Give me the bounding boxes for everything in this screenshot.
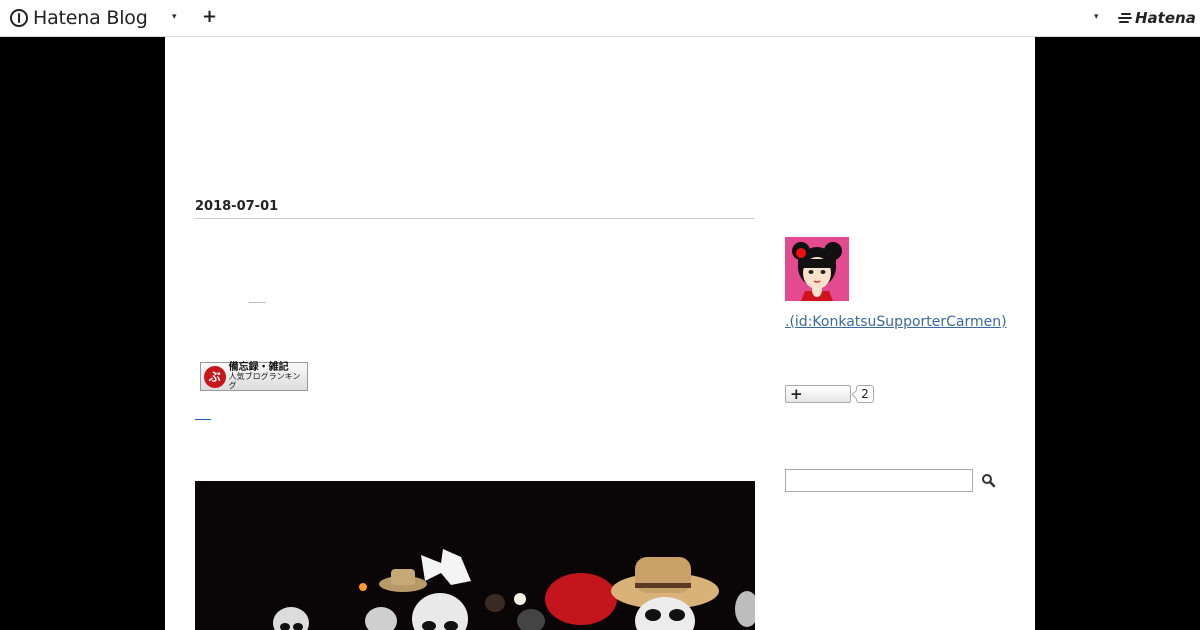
ranking-name-text: 人気ブログランキング	[228, 372, 301, 390]
search-icon[interactable]	[981, 473, 997, 489]
hatena-blog-logo-icon	[10, 9, 28, 27]
global-header: Hatena Blog ▾ + ▾ Hatena	[0, 0, 1200, 37]
author-avatar[interactable]	[785, 237, 849, 301]
blog-container: 2018-07-01 ぶ 備忘録・雑記 人気ブログランキング .(id:Konk…	[165, 37, 1035, 630]
brand-text: Hatena Blog	[33, 7, 148, 29]
subscriber-count-badge: 2	[856, 385, 874, 403]
text-link[interactable]	[195, 419, 211, 420]
account-menu-chevron-down-icon[interactable]: ▾	[1094, 12, 1099, 22]
subscribe-button[interactable]: +	[785, 385, 851, 403]
entry-photo	[195, 481, 755, 630]
subscribe-widget: + 2	[785, 385, 874, 403]
hatena-mark-icon	[1118, 11, 1132, 25]
divider	[249, 302, 266, 303]
day-of-the-dead-photo	[195, 481, 755, 630]
hatena-logo[interactable]: Hatena	[1118, 9, 1196, 27]
author-id-link[interactable]: .(id:KonkatsuSupporterCarmen)	[785, 312, 1015, 333]
hatena-logo-text: Hatena	[1135, 9, 1196, 27]
new-entry-plus-icon[interactable]: +	[202, 6, 217, 27]
hatena-blog-brand[interactable]: Hatena Blog	[10, 6, 148, 30]
ranking-logo-icon: ぶ	[204, 365, 226, 388]
entry-date[interactable]: 2018-07-01	[195, 199, 755, 219]
blog-ranking-banner[interactable]: ぶ 備忘録・雑記 人気ブログランキング	[200, 362, 308, 391]
search-input[interactable]	[785, 469, 973, 492]
author-avatar-illustration	[785, 237, 849, 301]
brand-menu-chevron-down-icon[interactable]: ▾	[172, 12, 177, 22]
